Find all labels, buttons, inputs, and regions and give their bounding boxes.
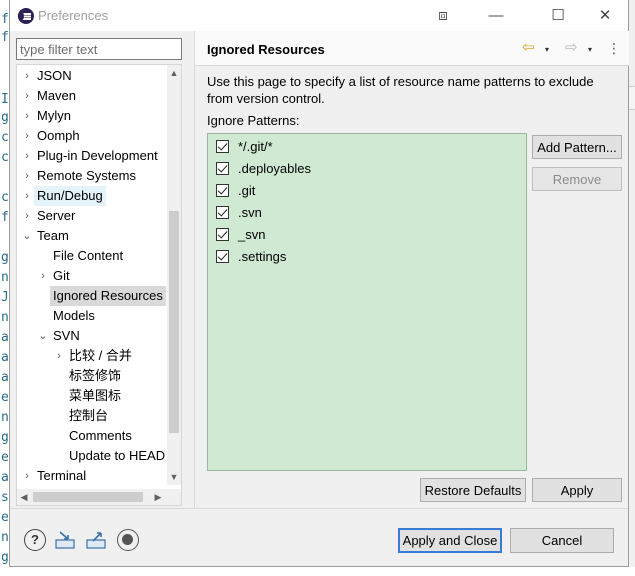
tree-item-label: Oomph <box>37 128 80 143</box>
cancel-button[interactable]: Cancel <box>510 528 614 553</box>
restore-window-icon[interactable]: ⧈ <box>428 0 458 30</box>
back-arrow-icon[interactable]: ⇦ <box>522 40 535 56</box>
tree-item-label: Update to HEAD <box>69 448 166 463</box>
pattern-row[interactable]: .settings <box>216 245 286 267</box>
collapsed-arrow-icon[interactable]: › <box>21 466 33 486</box>
preference-tree: › JSON › Maven › Mylyn › Oomph › Plug-in Developm… <box>16 64 182 506</box>
page-description: Use this page to specify a list of resou… <box>207 74 594 106</box>
scrollbar-corner <box>167 489 181 505</box>
record-icon[interactable] <box>117 529 139 551</box>
help-icon[interactable]: ? <box>24 529 46 551</box>
scroll-left-arrow-icon[interactable]: ◀ <box>17 489 31 505</box>
ignore-patterns-label: Ignore Patterns: <box>207 113 300 128</box>
scroll-down-arrow-icon[interactable]: ▼ <box>167 469 181 485</box>
tree-item-label: Run/Debug <box>34 186 106 206</box>
tree-item-label: JSON <box>37 68 72 83</box>
eclipse-icon <box>18 8 34 24</box>
tree-item-label: 菜单图标 <box>69 388 122 403</box>
tree-item-label: File Content <box>53 248 124 263</box>
vertical-scroll-thumb[interactable] <box>169 211 179 433</box>
apply-and-close-button[interactable]: Apply and Close <box>398 528 502 553</box>
background-editor-bottom <box>9 567 635 576</box>
expanded-arrow-icon[interactable]: ⌄ <box>21 226 33 246</box>
preference-page: Ignored Resources ⇦ ▾ ⇨ ▾ ⋮ Use this pag… <box>194 31 629 508</box>
tree-item-label: Mylyn <box>37 108 71 123</box>
collapsed-arrow-icon[interactable]: › <box>21 146 33 166</box>
collapsed-arrow-icon[interactable]: › <box>53 346 65 366</box>
tree-horizontal-scrollbar[interactable]: ◀ ▶ <box>17 489 167 505</box>
tree-item-label: Server <box>37 208 76 223</box>
minimize-button[interactable]: — <box>473 0 519 30</box>
pattern-text: .svn <box>238 204 262 220</box>
collapsed-arrow-icon[interactable]: › <box>21 166 33 186</box>
back-history-dropdown-icon[interactable]: ▾ <box>545 42 549 58</box>
collapsed-arrow-icon[interactable]: › <box>21 86 33 106</box>
page-header: Ignored Resources ⇦ ▾ ⇨ ▾ ⋮ <box>195 31 629 66</box>
pattern-row[interactable]: _svn <box>216 223 265 245</box>
pattern-row[interactable]: .svn <box>216 201 262 223</box>
pattern-checkbox[interactable] <box>216 183 229 197</box>
pattern-text: .settings <box>238 248 287 264</box>
pattern-checkbox[interactable] <box>216 227 229 241</box>
tree-item-label: Maven <box>37 88 77 103</box>
collapsed-arrow-icon[interactable]: › <box>37 266 49 286</box>
tree-vertical-scrollbar[interactable]: ▲ ▼ <box>167 65 181 485</box>
expanded-arrow-icon[interactable]: ⌄ <box>37 326 49 346</box>
background-editor-strip: ffIgcccfgnJnaaaengeaseng <box>0 0 9 576</box>
collapsed-arrow-icon[interactable]: › <box>21 106 33 126</box>
forward-arrow-icon[interactable]: ⇨ <box>565 40 578 56</box>
pattern-text: .git <box>238 182 256 198</box>
tree-item-label: 比较 / 合并 <box>69 348 132 363</box>
pattern-text: */.git/* <box>238 138 273 154</box>
remove-button[interactable]: Remove <box>532 167 622 191</box>
scroll-right-arrow-icon[interactable]: ▶ <box>151 489 165 505</box>
collapsed-arrow-icon[interactable]: › <box>21 206 33 226</box>
close-button[interactable]: ✕ <box>582 0 628 30</box>
dialog-button-bar: ? Apply and Close Cancel <box>10 508 628 566</box>
preferences-dialog: Preferences ⧈ — ☐ ✕ › JSON › Maven › Mylyn › Oo… <box>9 0 629 567</box>
collapsed-arrow-icon[interactable]: › <box>21 186 33 206</box>
collapsed-arrow-icon[interactable]: › <box>21 66 33 86</box>
import-icon[interactable] <box>54 529 76 551</box>
tree-item-label: Team <box>37 228 69 243</box>
collapsed-arrow-icon[interactable]: › <box>21 126 33 146</box>
tree-item-label: Terminal <box>37 468 87 483</box>
maximize-button[interactable]: ☐ <box>535 0 581 30</box>
tree-item-label: Ignored Resources <box>50 286 166 306</box>
tree-item-label: Models <box>53 308 95 323</box>
pattern-checkbox[interactable] <box>216 205 229 219</box>
export-icon[interactable] <box>85 529 107 551</box>
tree-item-label: Git <box>53 268 70 283</box>
page-title: Ignored Resources <box>207 42 325 57</box>
restore-defaults-button[interactable]: Restore Defaults <box>420 478 526 502</box>
pattern-text: .deployables <box>238 160 311 176</box>
tree-item-label: Plug-in Development <box>37 148 158 163</box>
pattern-row[interactable]: .git <box>216 179 255 201</box>
tree-item-label: Comments <box>69 428 132 443</box>
filter-input[interactable] <box>16 38 182 60</box>
add-pattern-button[interactable]: Add Pattern... <box>532 135 622 159</box>
window-title: Preferences <box>38 8 109 23</box>
tree-item-label: SVN <box>53 328 80 343</box>
tree-item-label: 控制台 <box>69 408 109 423</box>
pattern-checkbox[interactable] <box>216 139 229 153</box>
tree-item-label: Remote Systems <box>37 168 136 183</box>
pattern-row[interactable]: .deployables <box>216 157 311 179</box>
ignore-patterns-list: */.git/* .deployables .git .svn _svn .setting… <box>207 133 527 471</box>
view-menu-icon[interactable]: ⋮ <box>607 40 621 56</box>
tree-item-label: 标签修饰 <box>69 368 122 383</box>
forward-history-dropdown-icon[interactable]: ▾ <box>588 42 592 58</box>
pattern-checkbox[interactable] <box>216 161 229 175</box>
apply-button[interactable]: Apply <box>532 478 622 502</box>
horizontal-scroll-thumb[interactable] <box>33 492 143 502</box>
background-editor-right <box>629 86 635 110</box>
pattern-row[interactable]: */.git/* <box>216 135 273 157</box>
scroll-up-arrow-icon[interactable]: ▲ <box>167 65 181 81</box>
pattern-text: _svn <box>238 226 266 242</box>
title-bar: Preferences ⧈ — ☐ ✕ <box>10 0 628 31</box>
pattern-checkbox[interactable] <box>216 249 229 263</box>
